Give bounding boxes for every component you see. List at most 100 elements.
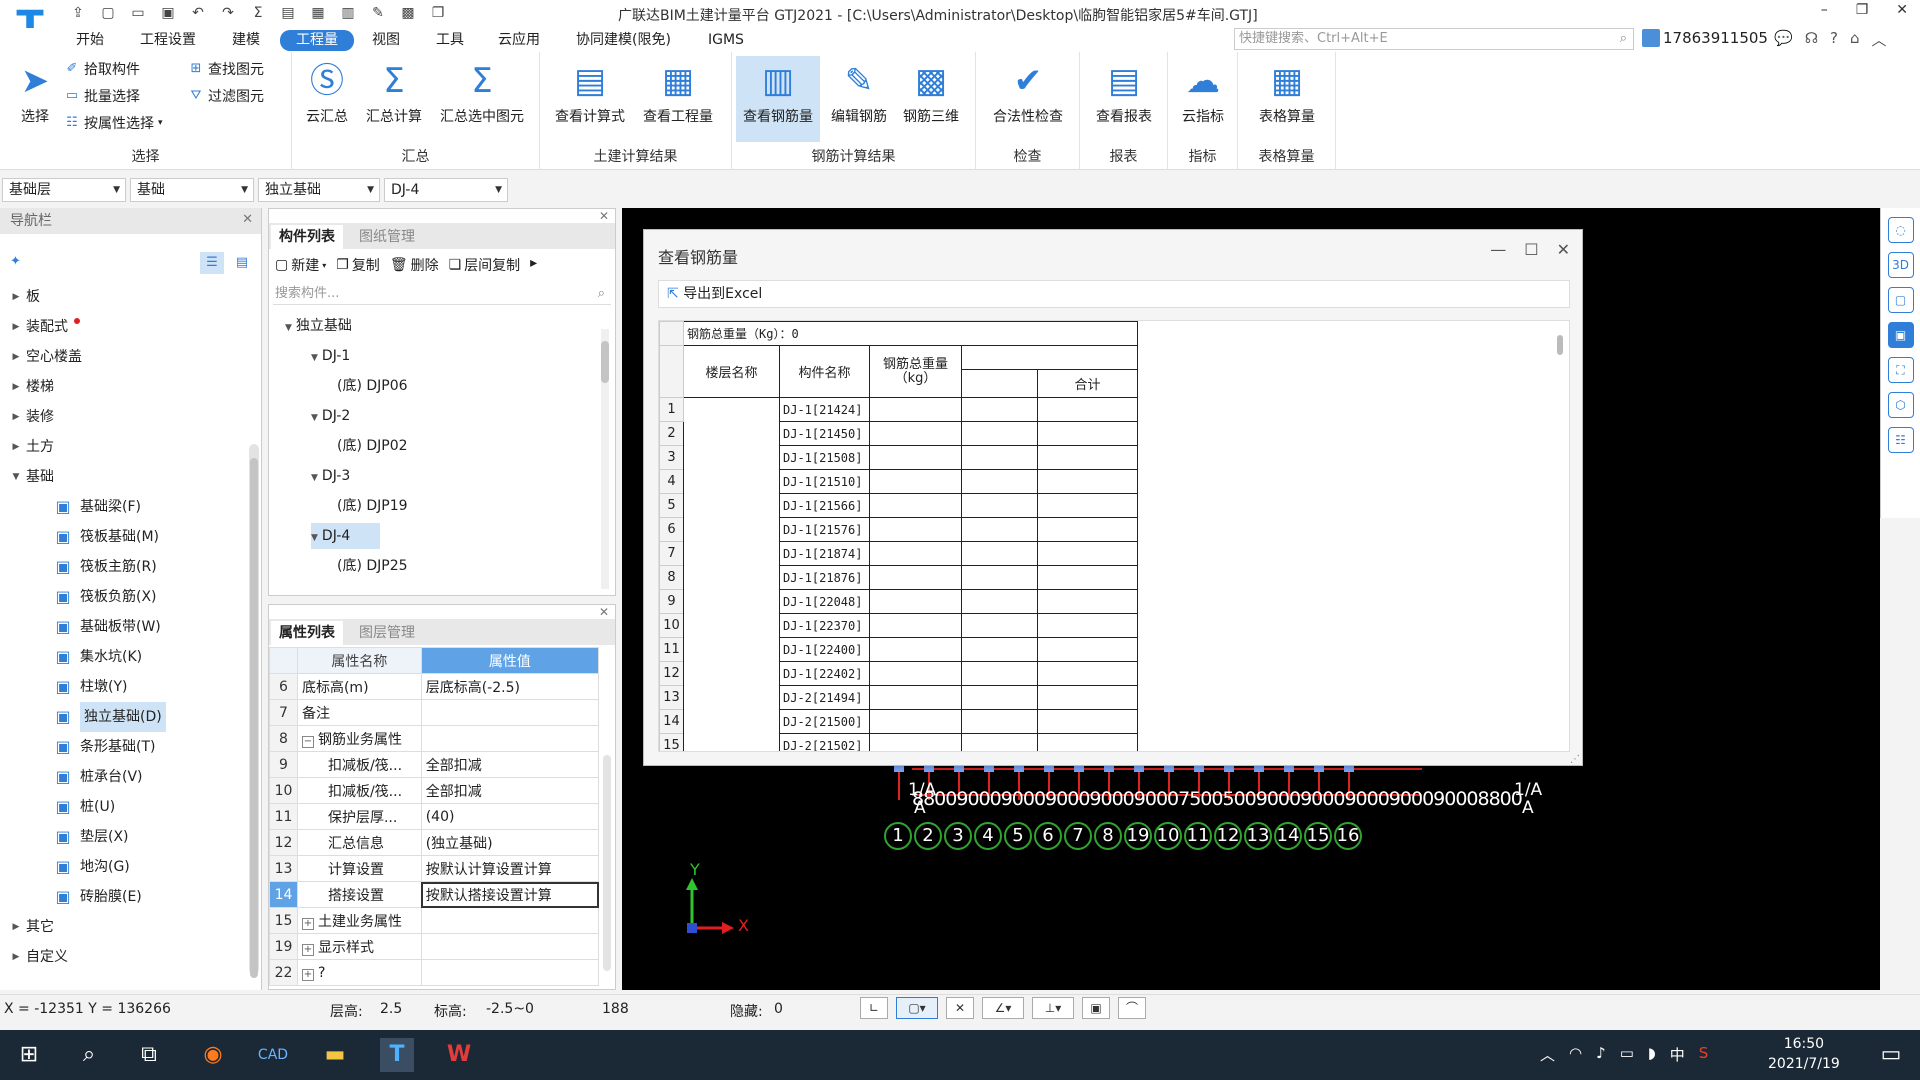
chevron-right-icon[interactable]: ▶ bbox=[6, 942, 26, 972]
maximize-icon[interactable]: ☐ bbox=[1524, 240, 1538, 259]
dynamic-view-icon[interactable]: ⬡ bbox=[1887, 392, 1914, 418]
nav-subitem[interactable]: ▣ 筏板负筋(X) bbox=[52, 582, 156, 612]
clock[interactable]: 16:50 2021/7/19 bbox=[1768, 1034, 1840, 1074]
nav-item[interactable]: ▶ 装配式 bbox=[6, 312, 68, 342]
open-folder-icon[interactable]: ▭ bbox=[128, 3, 148, 23]
table-icon[interactable]: ▦ bbox=[308, 3, 328, 23]
search-icon[interactable]: ⌕ bbox=[598, 283, 605, 305]
find-element-button[interactable]: ⊞ 查找图元 bbox=[188, 58, 264, 80]
menu-tools[interactable]: 工具 bbox=[428, 30, 472, 51]
menu-start[interactable]: 开始 bbox=[68, 30, 112, 51]
property-value-cell[interactable] bbox=[420, 725, 600, 752]
component-select[interactable]: DJ-4 ▼ bbox=[384, 178, 508, 202]
fullscreen-icon[interactable]: ⛶ bbox=[1887, 357, 1914, 383]
tree-node[interactable]: ▼ DJ-2 bbox=[311, 403, 350, 429]
table-row[interactable]: 1 DJ-1[21424] bbox=[659, 397, 1138, 751]
copy-icon[interactable]: ❐ bbox=[428, 3, 448, 23]
tab-layer-management[interactable]: 图层管理 bbox=[351, 621, 423, 645]
notification-icon[interactable]: ▭ bbox=[1874, 1038, 1908, 1072]
floor-select[interactable]: 基础层 ▼ bbox=[2, 178, 126, 202]
copy-button[interactable]: ❐ 复制 bbox=[336, 255, 380, 275]
chevron-right-icon[interactable]: ▶ bbox=[6, 342, 26, 372]
new-file-icon[interactable]: ▢ bbox=[98, 3, 118, 23]
property-row[interactable]: 22 +? bbox=[269, 959, 600, 986]
chevron-down-icon[interactable]: ▼ bbox=[311, 533, 318, 543]
property-value-cell[interactable]: 按默认计算设置计算 bbox=[420, 855, 600, 882]
category-select[interactable]: 基础 ▼ bbox=[130, 178, 254, 202]
property-value-cell[interactable] bbox=[420, 699, 600, 726]
message-icon[interactable]: 💬 bbox=[1774, 29, 1793, 50]
tree-node[interactable]: ▼ 独立基础 bbox=[285, 313, 352, 339]
wifi-icon[interactable]: ◠ bbox=[1569, 1044, 1582, 1065]
select-box-icon[interactable]: ▢▾ bbox=[896, 997, 938, 1019]
solid-cube-icon[interactable]: ▣ bbox=[1887, 322, 1914, 348]
select-button[interactable]: ➤ 选择 bbox=[4, 56, 66, 136]
battery-icon[interactable]: ▭ bbox=[1620, 1044, 1634, 1065]
property-row[interactable]: 11 保护层厚... (40) bbox=[269, 803, 600, 830]
nav-subitem[interactable]: ▣ 柱墩(Y) bbox=[52, 672, 127, 702]
chevron-down-icon[interactable]: ▼ bbox=[6, 462, 26, 492]
property-row[interactable]: 6 底标高(m) 层底标高(-2.5) bbox=[269, 673, 600, 700]
delete-button[interactable]: 🗑 删除 bbox=[390, 255, 439, 275]
dialog-scrollbar[interactable] bbox=[1557, 335, 1563, 355]
scroll-thumb[interactable] bbox=[250, 458, 258, 978]
property-row[interactable]: 13 计算设置 按默认计算设置计算 bbox=[269, 855, 600, 882]
menu-igms[interactable]: IGMS bbox=[700, 30, 752, 51]
by-attr-select-button[interactable]: ☷ 按属性选择 ▾ bbox=[64, 112, 162, 134]
rebar-3d-icon[interactable]: ▩ bbox=[398, 3, 418, 23]
curve-icon[interactable]: ⌒ bbox=[1118, 997, 1146, 1019]
property-value-cell[interactable]: 全部扣减 bbox=[420, 751, 600, 778]
chevron-down-icon[interactable]: ▼ bbox=[311, 353, 318, 363]
tray-app-icon[interactable]: ◗ bbox=[1648, 1044, 1656, 1065]
property-row[interactable]: 19 + 显示样式 bbox=[269, 933, 600, 960]
property-row[interactable]: 8− 钢筋业务属性 bbox=[269, 725, 600, 752]
close-icon[interactable]: ✕ bbox=[242, 212, 253, 227]
save-icon[interactable]: ▣ bbox=[158, 3, 178, 23]
grid-axis-bubble[interactable]: 10 bbox=[1154, 822, 1182, 850]
view-rebar-button[interactable]: ▥ 查看钢筋量 bbox=[736, 56, 820, 142]
angle-icon[interactable]: ∠▾ bbox=[982, 997, 1024, 1019]
property-row[interactable]: 7 备注 bbox=[269, 699, 600, 726]
edit-icon[interactable]: ✎ bbox=[368, 3, 388, 23]
chevron-right-icon[interactable]: ▶ bbox=[6, 312, 26, 342]
nav-subitem[interactable]: ▣ 独立基础(D) bbox=[52, 702, 166, 732]
nav-item[interactable]: ▼ 基础 bbox=[6, 462, 54, 492]
menu-project-settings[interactable]: 工程设置 bbox=[132, 30, 204, 51]
chevron-down-icon[interactable]: ▼ bbox=[285, 323, 292, 333]
nav-subitem[interactable]: ▣ 基础板带(W) bbox=[52, 612, 160, 642]
edit-rebar-button[interactable]: ✎ 编辑钢筋 bbox=[826, 56, 892, 136]
chevron-right-icon[interactable]: ▶ bbox=[6, 912, 26, 942]
minimize-icon[interactable]: – bbox=[1821, 2, 1828, 18]
resize-grip-icon[interactable]: ⋰ bbox=[1570, 754, 1580, 765]
tree-node[interactable]: ▼ DJ-1 bbox=[311, 343, 350, 369]
nav-subitem[interactable]: ▣ 桩(U) bbox=[52, 792, 115, 822]
property-value-cell[interactable]: 层底标高(-2.5) bbox=[420, 673, 600, 700]
grid-axis-bubble[interactable]: 7 bbox=[1064, 822, 1092, 850]
menu-modeling[interactable]: 建模 bbox=[224, 30, 268, 51]
property-value-cell[interactable]: (40) bbox=[420, 803, 600, 830]
chevron-down-icon[interactable]: ▼ bbox=[311, 413, 318, 423]
filter-element-button[interactable]: ⛛ 过滤图元 bbox=[188, 85, 264, 107]
grid-axis-bubble[interactable]: 2 bbox=[914, 822, 942, 850]
summary-calc-button[interactable]: Σ 汇总计算 bbox=[360, 56, 428, 136]
grid-axis-bubble[interactable]: 4 bbox=[974, 822, 1002, 850]
grid-axis-bubble[interactable]: 16 bbox=[1334, 822, 1362, 850]
nav-item[interactable]: ▶ 楼梯 bbox=[6, 372, 54, 402]
nav-item[interactable]: ▶ 自定义 bbox=[6, 942, 68, 972]
nav-subitem[interactable]: ▣ 地沟(G) bbox=[52, 852, 129, 882]
property-row[interactable]: 12 汇总信息 (独立基础) bbox=[269, 829, 600, 856]
property-value-cell[interactable]: 按默认搭接设置计算 bbox=[420, 881, 600, 908]
menu-collab[interactable]: 协同建模(限免) bbox=[568, 30, 679, 51]
collapse-icon[interactable]: − bbox=[301, 735, 314, 748]
close-icon[interactable]: ✕ bbox=[1557, 240, 1570, 259]
close-icon[interactable]: ✕ bbox=[1896, 2, 1908, 18]
cloud-summary-button[interactable]: Ⓢ 云汇总 bbox=[296, 56, 358, 136]
expand-icon[interactable]: + bbox=[301, 968, 314, 981]
nav-subitem[interactable]: ▣ 条形基础(T) bbox=[52, 732, 155, 762]
property-row[interactable]: 15 + 土建业务属性 bbox=[269, 907, 600, 934]
close-icon[interactable]: ✕ bbox=[599, 209, 609, 223]
task-view-icon[interactable]: ⧉ bbox=[132, 1038, 166, 1072]
detail-view-icon[interactable]: ▤ bbox=[230, 252, 254, 274]
nav-subitem[interactable]: ▣ 筏板基础(M) bbox=[52, 522, 159, 552]
grid-axis-bubble[interactable]: 1 bbox=[884, 822, 912, 850]
